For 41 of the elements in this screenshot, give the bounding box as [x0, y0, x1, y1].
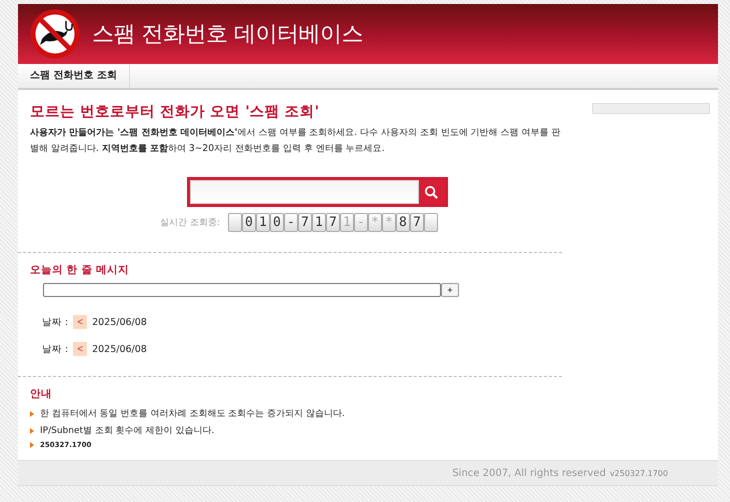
ticker-label: 실시간 조회중: — [160, 217, 220, 229]
bullet-icon — [30, 428, 34, 434]
bullet-icon — [30, 442, 34, 448]
note-text: 한 컴퓨터에서 동일 번호를 여러차례 조회해도 조회수는 증가되지 않습니다. — [40, 408, 345, 420]
date-label: 날짜 : — [42, 316, 68, 328]
search-button[interactable] — [418, 180, 444, 204]
previous-button[interactable]: < — [73, 342, 88, 356]
ticker-digit: 1 — [340, 213, 354, 232]
note-text: IP/Subnet별 조회 횟수에 제한이 있습니다. — [40, 425, 214, 437]
ticker-digit: * — [382, 213, 396, 232]
version-text: v250327.1700 — [610, 468, 668, 478]
bullet-icon — [30, 410, 34, 416]
ticker-digit: - — [284, 213, 298, 232]
ticker-digit: * — [368, 213, 382, 232]
search-icon — [424, 184, 439, 200]
ticker-digit: 1 — [256, 213, 270, 232]
ticker-digit: 0 — [242, 213, 256, 232]
previous-button[interactable]: < — [73, 315, 88, 329]
copyright-text: Since 2007, All rights reserved — [452, 468, 606, 478]
date-value: 2025/06/08 — [92, 316, 147, 328]
site-title[interactable]: 스팸 전화번호 데이터베이스 — [92, 19, 363, 49]
intro-text: 사용자가 만들어가는 '스팸 전화번호 데이터베이스'에서 스팸 여부를 조회하세요. 다수 사용자의 조회 빈도에 기반해 스팸 여부를 판별해 알려줍니다. 지역번호를 포함하여 3~20자리 전화번호를 입력 후 엔터를 누르세요. — [30, 126, 562, 156]
section-heading: 안내 — [30, 387, 53, 401]
date-label: 날짜 : — [42, 342, 68, 356]
no-fish-icon — [30, 9, 80, 59]
ticker-digit: 1 — [312, 213, 326, 232]
date-value: 2025/06/08 — [92, 344, 147, 354]
ticker-cell — [228, 213, 242, 232]
section-heading: 오늘의 한 줄 메시지 — [30, 263, 130, 277]
ticker-digit: 7 — [410, 213, 424, 232]
ticker-digit: 7 — [298, 213, 312, 232]
nav-link[interactable]: 스팸 전화번호 조회 — [18, 64, 130, 88]
ticker-digit: 8 — [396, 213, 410, 232]
ticker-digit: - — [354, 213, 368, 232]
ticker-cell — [424, 213, 438, 232]
add-button[interactable]: + — [441, 283, 459, 297]
message-field[interactable] — [43, 283, 441, 297]
ticker-digit: 7 — [326, 213, 340, 232]
search-field[interactable] — [186, 177, 448, 207]
ticker-digit: 0 — [270, 213, 284, 232]
page-heading: 모르는 번호로부터 전화가 오면 '스팸 조회' — [30, 103, 320, 121]
